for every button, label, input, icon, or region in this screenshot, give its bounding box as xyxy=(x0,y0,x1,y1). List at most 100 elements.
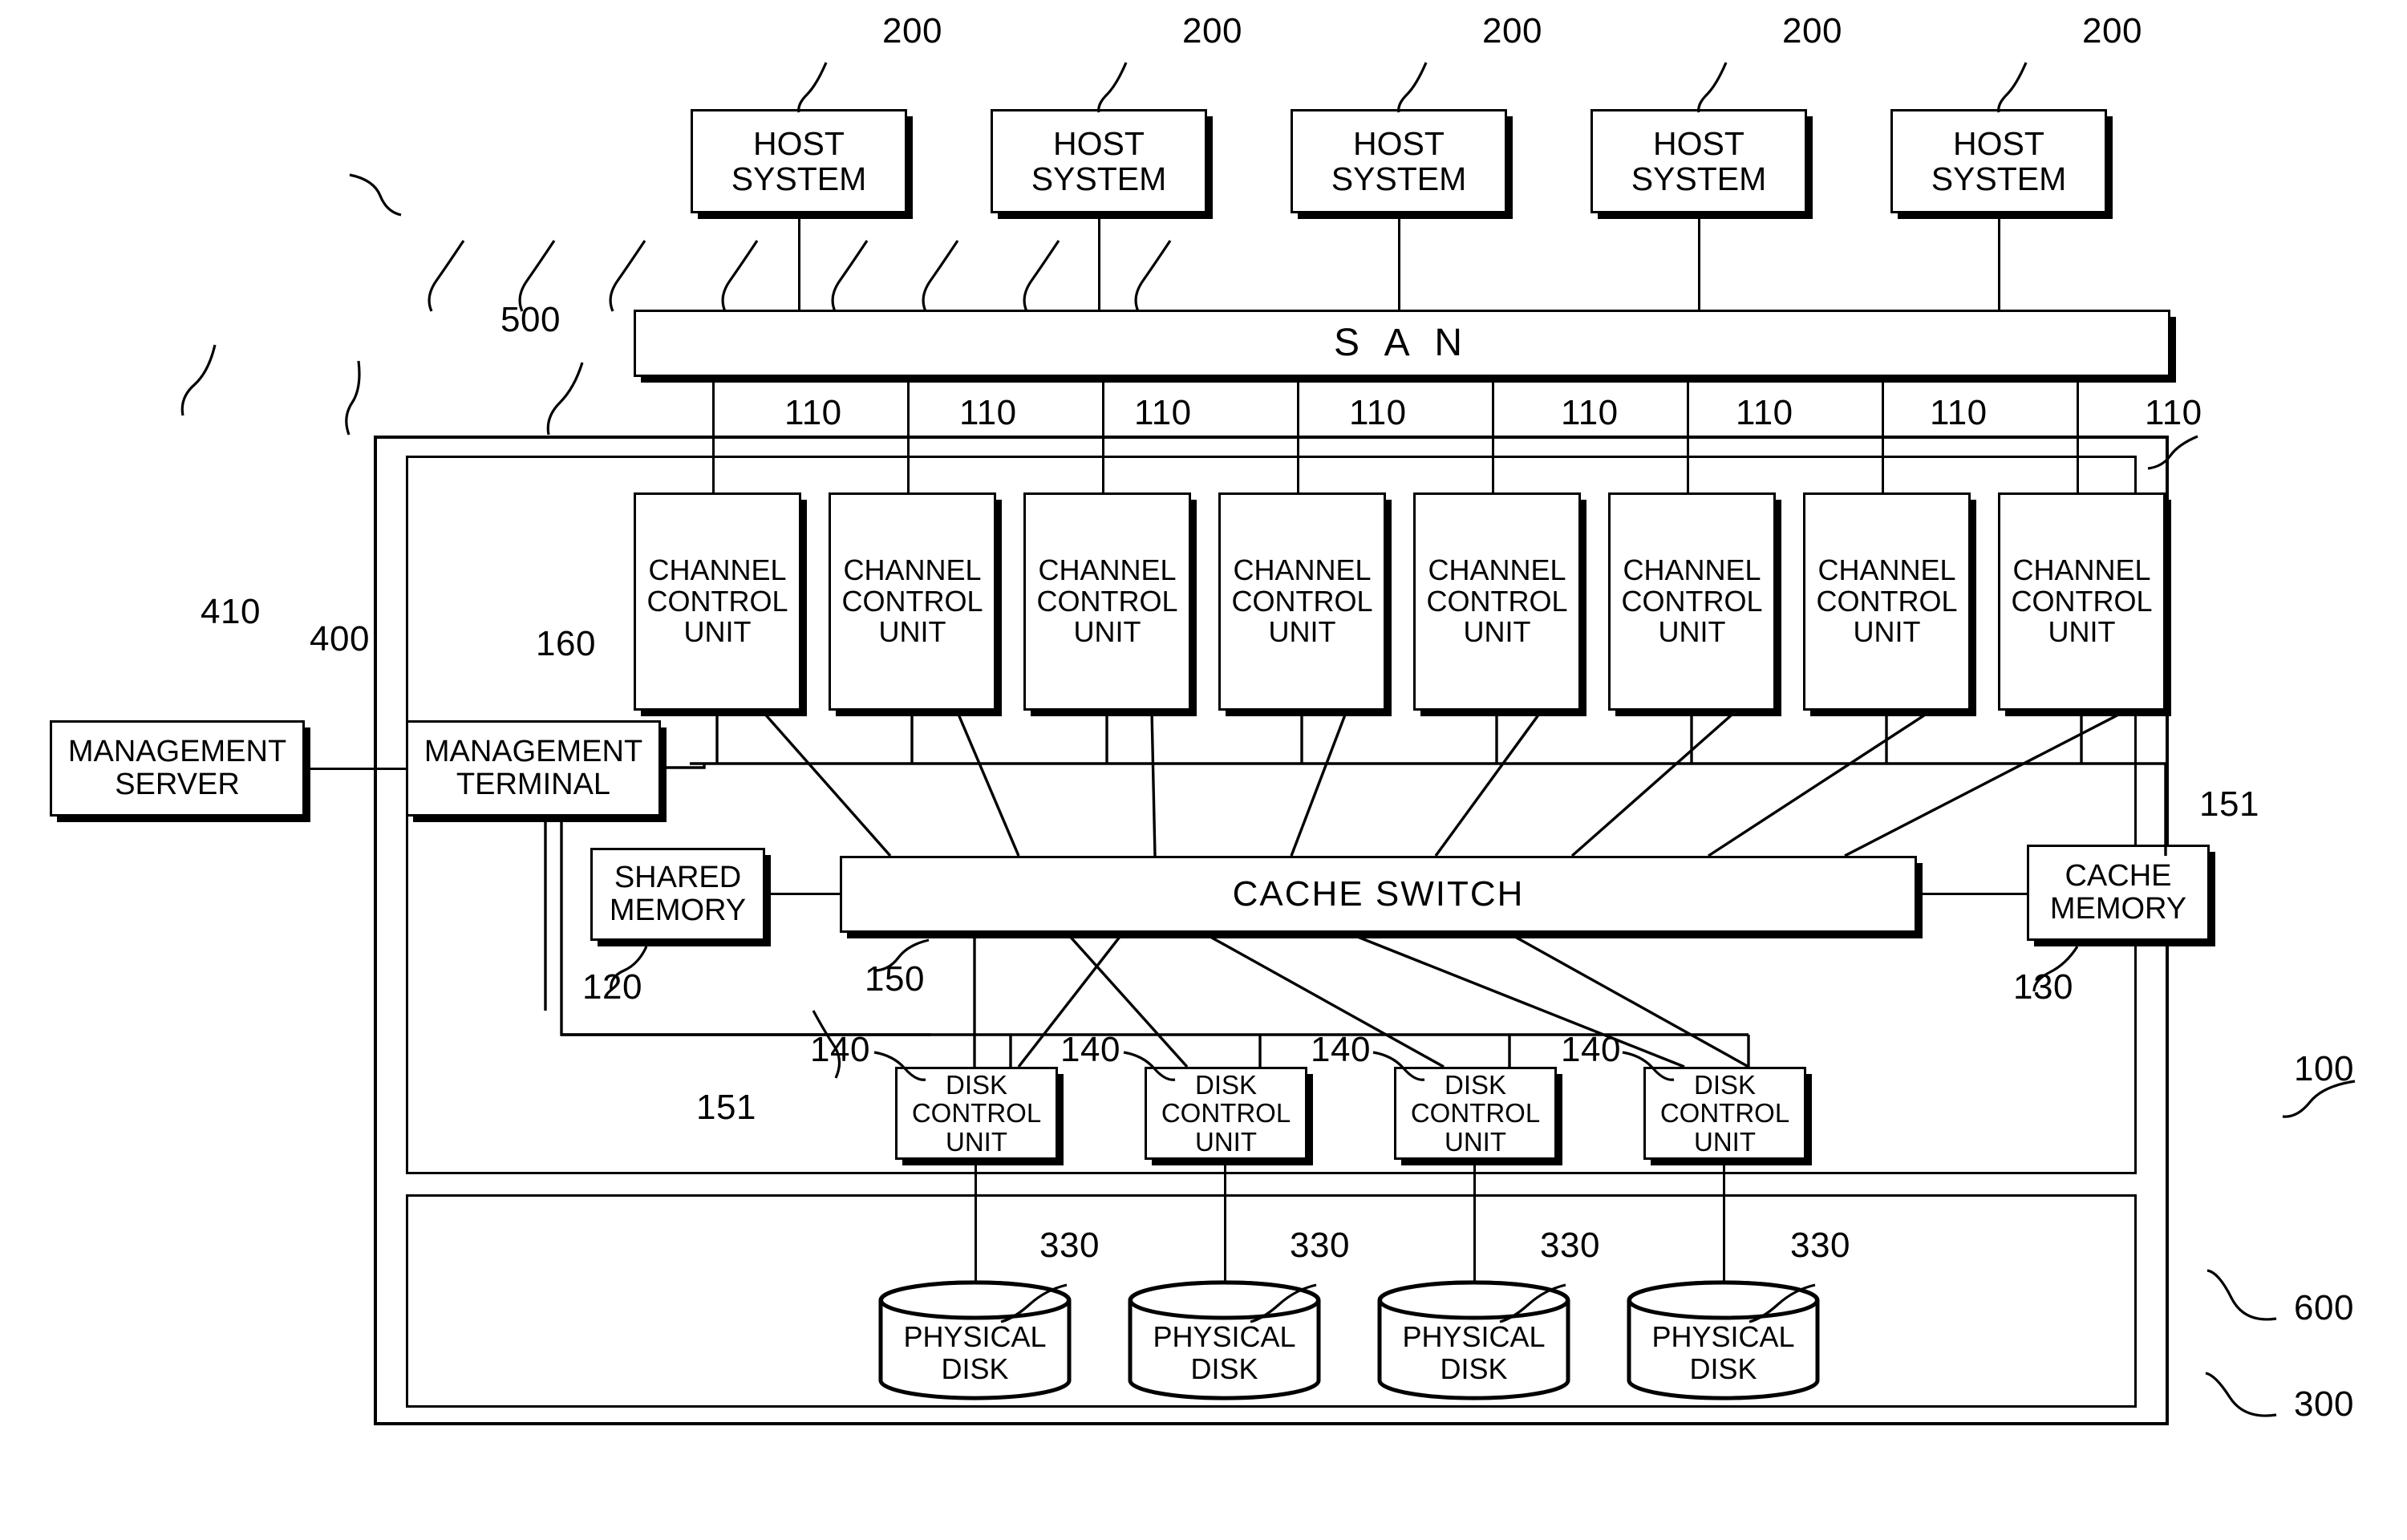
physical-disk-cylinder[interactable]: PHYSICAL DISK xyxy=(877,1279,1072,1401)
host-system-box[interactable]: HOST SYSTEM xyxy=(691,109,907,213)
reference-numeral: 100 xyxy=(2294,1049,2354,1088)
reference-numeral: 110 xyxy=(959,393,1017,432)
host-line-2: SYSTEM xyxy=(1031,160,1167,197)
physical-disk-label: PHYSICAL DISK xyxy=(877,1321,1072,1384)
disk-control-unit-box[interactable]: DISK CONTROL UNIT xyxy=(1643,1067,1806,1160)
host-line-2: SYSTEM xyxy=(1331,160,1467,197)
dcu-line-3: UNIT xyxy=(1195,1126,1257,1157)
physical-disk-cylinder[interactable]: PHYSICAL DISK xyxy=(1376,1279,1571,1401)
channel-control-unit-box[interactable]: CHANNEL CONTROL UNIT xyxy=(829,492,996,711)
reference-numeral: 330 xyxy=(1039,1226,1100,1265)
disk-control-unit-label: DISK CONTROL UNIT xyxy=(1646,1069,1804,1157)
ccu-line-2: CONTROL xyxy=(1036,584,1178,618)
reference-numeral: 330 xyxy=(1790,1226,1850,1265)
shared-memory-box[interactable]: SHARED MEMORY xyxy=(590,848,765,941)
cache-memory-box[interactable]: CACHE MEMORY xyxy=(2027,845,2210,941)
dcu-line-3: UNIT xyxy=(1445,1126,1506,1157)
ccu-line-1: CHANNEL xyxy=(2012,553,2151,586)
disk-control-unit-box[interactable]: DISK CONTROL UNIT xyxy=(895,1067,1058,1160)
disk-line-1: PHYSICAL xyxy=(1153,1320,1296,1353)
physical-disk-label: PHYSICAL DISK xyxy=(1626,1321,1821,1384)
dcu-line-2: CONTROL xyxy=(1659,1098,1790,1129)
shared-memory-to-switch-line xyxy=(765,893,841,895)
physical-disk-cylinder[interactable]: PHYSICAL DISK xyxy=(1127,1279,1322,1401)
host-line-2: SYSTEM xyxy=(1631,160,1767,197)
channel-control-unit-box[interactable]: CHANNEL CONTROL UNIT xyxy=(1218,492,1386,711)
ccu-line-3: UNIT xyxy=(1073,615,1141,649)
san-to-ccu-line xyxy=(907,377,910,492)
channel-control-unit-box[interactable]: CHANNEL CONTROL UNIT xyxy=(1413,492,1581,711)
host-system-box[interactable]: HOST SYSTEM xyxy=(991,109,1207,213)
disk-line-1: PHYSICAL xyxy=(903,1320,1047,1353)
reference-numeral: 110 xyxy=(1134,393,1192,432)
mgmt-terminal-line-2: TERMINAL xyxy=(456,768,611,801)
reference-numeral: 110 xyxy=(784,393,842,432)
physical-disk-cylinder[interactable]: PHYSICAL DISK xyxy=(1626,1279,1821,1401)
shared-memory-line-1: SHARED xyxy=(614,860,742,894)
host-system-box[interactable]: HOST SYSTEM xyxy=(1590,109,1807,213)
disk-control-unit-box[interactable]: DISK CONTROL UNIT xyxy=(1394,1067,1557,1160)
disk-control-unit-label: DISK CONTROL UNIT xyxy=(898,1070,1056,1157)
reference-numeral: 600 xyxy=(2294,1288,2354,1327)
dcu-line-1: DISK xyxy=(1194,1069,1258,1100)
host-system-box[interactable]: HOST SYSTEM xyxy=(1291,109,1507,213)
disk-line-2: DISK xyxy=(1689,1352,1757,1385)
dcu-line-1: DISK xyxy=(1693,1069,1757,1100)
san-box[interactable]: S A N xyxy=(634,310,2170,377)
channel-control-unit-box[interactable]: CHANNEL CONTROL UNIT xyxy=(634,492,801,711)
reference-numeral: 110 xyxy=(1561,393,1619,432)
ccu-line-1: CHANNEL xyxy=(1817,553,1956,586)
ccu-line-1: CHANNEL xyxy=(1428,553,1566,586)
reference-numeral: 500 xyxy=(500,300,561,339)
channel-control-unit-label: CHANNEL CONTROL UNIT xyxy=(1026,554,1189,649)
disk-line-2: DISK xyxy=(1190,1352,1258,1385)
reference-numeral: 110 xyxy=(1930,393,1988,432)
channel-control-unit-box[interactable]: CHANNEL CONTROL UNIT xyxy=(1608,492,1776,711)
cache-switch-label: CACHE SWITCH xyxy=(1232,874,1525,914)
channel-control-unit-box[interactable]: CHANNEL CONTROL UNIT xyxy=(1998,492,2166,711)
channel-control-unit-box[interactable]: CHANNEL CONTROL UNIT xyxy=(1023,492,1191,711)
dcu-to-disk-line xyxy=(1723,1160,1725,1287)
disk-control-unit-label: DISK CONTROL UNIT xyxy=(1396,1069,1554,1157)
reference-numeral: 110 xyxy=(1349,393,1407,432)
host-line-1: HOST xyxy=(1353,124,1445,162)
san-to-ccu-line xyxy=(2077,377,2079,492)
figure-canvas: HOST SYSTEM HOST SYSTEM HOST SYSTEM HOST… xyxy=(0,0,2407,1540)
dcu-line-1: DISK xyxy=(1444,1069,1507,1100)
ccu-line-1: CHANNEL xyxy=(1623,553,1761,586)
reference-numeral: 110 xyxy=(1736,393,1793,432)
san-to-ccu-line xyxy=(1492,377,1494,492)
host-system-label: HOST SYSTEM xyxy=(693,126,905,197)
ccu-line-2: CONTROL xyxy=(2011,584,2153,618)
host-system-label: HOST SYSTEM xyxy=(1893,126,2105,197)
ccu-line-1: CHANNEL xyxy=(1233,553,1372,586)
management-terminal-box[interactable]: MANAGEMENT TERMINAL xyxy=(406,720,661,817)
channel-control-unit-label: CHANNEL CONTROL UNIT xyxy=(636,554,799,649)
channel-control-unit-label: CHANNEL CONTROL UNIT xyxy=(831,554,994,649)
management-server-box[interactable]: MANAGEMENT SERVER xyxy=(50,720,305,817)
host-system-label: HOST SYSTEM xyxy=(1293,126,1505,197)
shared-memory-line-2: MEMORY xyxy=(609,894,747,927)
reference-numeral: 130 xyxy=(2013,967,2073,1007)
reference-numeral: 140 xyxy=(1060,1030,1120,1069)
mgmt-terminal-line-1: MANAGEMENT xyxy=(423,734,643,768)
reference-numeral: 200 xyxy=(882,11,942,51)
reference-numeral: 160 xyxy=(536,624,596,663)
disk-line-2: DISK xyxy=(1440,1352,1508,1385)
disk-control-unit-box[interactable]: DISK CONTROL UNIT xyxy=(1145,1067,1307,1160)
physical-disk-label: PHYSICAL DISK xyxy=(1127,1321,1322,1384)
host-system-box[interactable]: HOST SYSTEM xyxy=(1890,109,2107,213)
dcu-line-3: UNIT xyxy=(946,1126,1007,1157)
channel-control-unit-box[interactable]: CHANNEL CONTROL UNIT xyxy=(1803,492,1971,711)
mgmt-server-line-2: SERVER xyxy=(115,768,240,801)
reference-numeral: 200 xyxy=(1782,11,1842,51)
cache-switch-box[interactable]: CACHE SWITCH xyxy=(840,856,1917,933)
reference-numeral: 140 xyxy=(810,1030,870,1069)
mgmt-server-line-1: MANAGEMENT xyxy=(67,734,287,768)
host-to-san-line xyxy=(1098,213,1100,311)
reference-numeral: 410 xyxy=(201,592,261,631)
host-line-2: SYSTEM xyxy=(1931,160,2067,197)
reference-numeral: 151 xyxy=(696,1088,756,1127)
ccu-line-2: CONTROL xyxy=(646,584,788,618)
channel-control-unit-label: CHANNEL CONTROL UNIT xyxy=(2000,553,2163,649)
